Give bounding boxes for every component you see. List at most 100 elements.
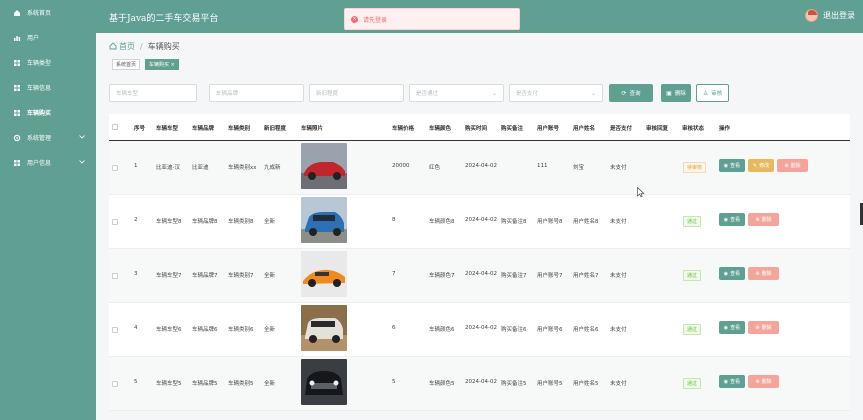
- eye-icon: ◉: [723, 324, 729, 331]
- car-photo-orange-sports[interactable]: [301, 251, 347, 297]
- cell-account: 用户账号6: [537, 327, 563, 333]
- eye-icon: ◉: [723, 162, 729, 169]
- car-photo-blue-suv[interactable]: [301, 197, 347, 243]
- cell-time: 2024-04-02: [465, 217, 497, 223]
- cell-model: 比亚迪-汉: [156, 165, 180, 171]
- cell-price: 20000: [392, 163, 410, 169]
- status-badge: 通过: [683, 324, 702, 335]
- sidebar-item-system-management[interactable]: 系统管理: [0, 125, 96, 150]
- cell-model: 车辆车型6: [156, 327, 182, 333]
- close-circle-icon: ×: [351, 15, 358, 23]
- table-header: 序号 车辆车型 车辆品牌 车辆类别 新旧程度 车辆照片 车辆价格 车辆颜色 购买…: [109, 114, 850, 141]
- delete-label: 删除: [761, 271, 772, 277]
- car-photo-red-sedan[interactable]: [301, 143, 347, 189]
- sidebar-item-vehicle-types[interactable]: 车辆类型: [0, 50, 96, 75]
- cell-account: 用户账号5: [537, 381, 563, 387]
- type-search-input[interactable]: 车辆车型: [109, 84, 197, 102]
- cell-condition: 全新: [264, 219, 276, 225]
- tab-home[interactable]: 系统首页: [112, 59, 141, 70]
- column-header: 购买备注: [501, 126, 524, 132]
- row-checkbox[interactable]: [112, 273, 118, 279]
- avatar[interactable]: [805, 9, 818, 22]
- table-row: 2 车辆车型8 车辆品牌8 车辆类别8 全新 8 车辆颜色8 2024-04-0…: [109, 195, 850, 249]
- mouse-cursor-icon: [637, 187, 645, 198]
- cell-time: 2024-04-02: [465, 325, 497, 331]
- chevron-down-icon: [79, 159, 85, 166]
- condition-search-input[interactable]: 新旧程度: [309, 84, 404, 102]
- tab-vehicle-purchase[interactable]: 车辆购买 ×: [145, 59, 179, 70]
- cell-color: 车辆颜色5: [429, 381, 455, 387]
- view-button[interactable]: ◉ 查看: [719, 375, 745, 388]
- brand-search-input[interactable]: 车辆品牌: [209, 84, 304, 102]
- view-button[interactable]: ◉ 查看: [719, 267, 745, 280]
- sidebar-item-home[interactable]: 系统首页: [0, 0, 96, 25]
- audit-button[interactable]: ♙ 审核: [696, 84, 729, 102]
- eye-icon: ◉: [723, 378, 729, 385]
- view-button[interactable]: ◉ 查看: [719, 159, 745, 172]
- cell-note: 购买备注7: [501, 273, 527, 279]
- delete-button[interactable]: ⊗ 删除: [748, 213, 779, 226]
- delete-button[interactable]: ⊗ 删除: [748, 375, 779, 388]
- grid-icon: [13, 84, 21, 92]
- grid-icon: [13, 109, 21, 117]
- cell-color: 车辆颜色7: [429, 273, 455, 279]
- logout-button[interactable]: 退出登录: [823, 10, 855, 21]
- delete-icon: ⊗: [784, 162, 789, 169]
- chevron-down-icon: ⌄: [590, 90, 596, 97]
- query-button[interactable]: ⟳ 查询: [609, 84, 653, 102]
- status-badge: 通过: [683, 216, 702, 227]
- view-button[interactable]: ◉ 查看: [719, 213, 745, 226]
- cell-model: 车辆车型7: [156, 273, 182, 279]
- row-checkbox[interactable]: [112, 381, 118, 387]
- breadcrumb-home[interactable]: 首页: [119, 41, 135, 52]
- grid-icon: [13, 159, 21, 167]
- paid-select[interactable]: 是否支付 ⌄: [509, 84, 603, 102]
- delete-button[interactable]: ⊗ 删除: [777, 159, 808, 172]
- view-label: 查看: [730, 271, 741, 277]
- batch-delete-button[interactable]: ▣ 删除: [661, 84, 691, 102]
- delete-icon: ⊗: [755, 216, 760, 223]
- cell-index: 1: [134, 163, 138, 169]
- table-row: 1 比亚迪-汉 比亚迪 车辆类别xx 九成新 20000 红色 2024-04-…: [109, 141, 850, 195]
- sidebar-item-label: 系统首页: [27, 10, 52, 17]
- cell-condition: 九成新: [264, 165, 281, 171]
- sidebar-item-label: 车辆购买: [27, 110, 52, 117]
- view-label: 查看: [730, 217, 741, 223]
- row-checkbox[interactable]: [112, 327, 118, 333]
- delete-icon: ⊗: [755, 324, 760, 331]
- sidebar-item-vehicle-info[interactable]: 车辆信息: [0, 75, 96, 100]
- select-all-checkbox[interactable]: [112, 124, 118, 130]
- table-row: 4 车辆车型6 车辆品牌6 车辆类别6 全新 6 车辆颜色6 2024-04-0…: [109, 303, 850, 357]
- cell-brand: 车辆品牌8: [192, 219, 218, 225]
- user-icon: ♙: [702, 89, 709, 97]
- view-label: 查看: [730, 325, 741, 331]
- sidebar-item-user-info[interactable]: 用户信息: [0, 150, 96, 175]
- cell-category: 车辆类别8: [228, 219, 254, 225]
- row-checkbox[interactable]: [112, 219, 118, 225]
- car-photo-offroad-suv[interactable]: [301, 305, 347, 351]
- edit-button[interactable]: ✎ 修改: [748, 159, 774, 172]
- delete-label: 删除: [790, 163, 801, 169]
- sidebar-item-users[interactable]: 用户: [0, 25, 96, 50]
- sidebar-item-vehicle-purchase[interactable]: 车辆购买: [0, 100, 96, 125]
- car-photo-black-front[interactable]: [301, 359, 347, 405]
- app-title: 基于Java的二手车交易平台: [109, 14, 219, 24]
- column-header: 车辆价格: [392, 126, 415, 132]
- cell-price: 6: [392, 325, 396, 331]
- gear-icon: [13, 134, 21, 142]
- row-checkbox[interactable]: [112, 165, 118, 171]
- cell-brand: 车辆品牌6: [192, 327, 218, 333]
- delete-button[interactable]: ⊗ 删除: [748, 321, 779, 334]
- cell-paid: 未支付: [610, 219, 627, 225]
- column-header: 审核状态: [682, 126, 705, 132]
- column-header: 车辆车型: [156, 126, 179, 132]
- status-badge: 待审核: [683, 162, 707, 173]
- user-area: 退出登录: [805, 9, 855, 22]
- approved-select[interactable]: 是否通过 ⌄: [409, 84, 504, 102]
- column-header: 车辆照片: [301, 126, 324, 132]
- cell-color: 车辆颜色6: [429, 327, 455, 333]
- select-placeholder: 是否支付: [516, 91, 539, 97]
- eye-icon: ◉: [723, 270, 729, 277]
- view-button[interactable]: ◉ 查看: [719, 321, 745, 334]
- delete-button[interactable]: ⊗ 删除: [748, 267, 779, 280]
